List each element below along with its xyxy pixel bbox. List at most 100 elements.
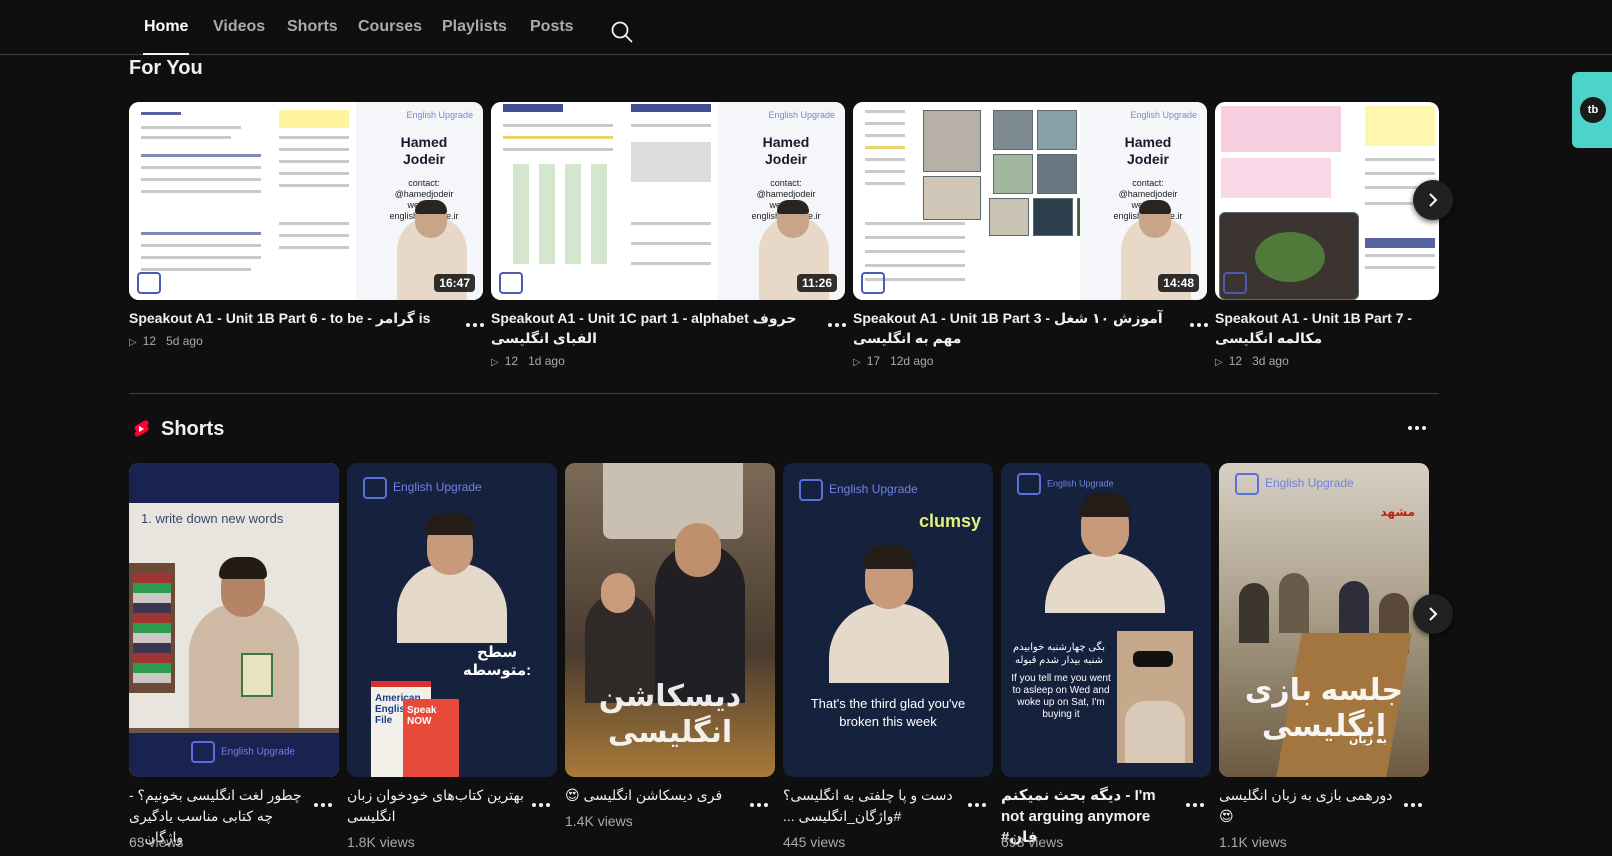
fa-caption: بگی چهارشنبه خوابیدم شنبه بیدار شدم قبول…: [1012, 642, 1105, 666]
more-actions-icon[interactable]: [747, 793, 771, 817]
tab-shorts[interactable]: Shorts: [287, 18, 338, 55]
video-thumbnail[interactable]: [1215, 102, 1439, 300]
thumb-channel-name: Hamed Jodeir: [1124, 134, 1172, 167]
more-actions-icon[interactable]: [529, 793, 553, 817]
short-thumbnail[interactable]: 1. write down new words English Upgrade: [129, 463, 339, 777]
more-actions-icon[interactable]: [965, 793, 989, 817]
more-actions-icon[interactable]: [463, 313, 487, 337]
upload-date: 12d ago: [890, 354, 934, 368]
brand-label: English Upgrade: [191, 741, 295, 763]
video-meta: ▷ 12 1d ago: [491, 354, 565, 368]
short-views: 1.8K views: [347, 834, 415, 850]
worksheet-image: [491, 102, 718, 300]
video-title[interactable]: Speakout A1 - Unit 1C part 1 - alphabet …: [491, 308, 813, 348]
tab-posts[interactable]: Posts: [530, 18, 574, 55]
video-title[interactable]: Speakout A1 - Unit 1B Part 7 - مکالمه ان…: [1215, 308, 1439, 348]
brand-label: English Upgrade: [406, 110, 473, 120]
thumb-handle: @hamedjodeir: [756, 189, 816, 199]
brand-label: English Upgrade: [1235, 473, 1354, 495]
play-count: 17: [866, 354, 881, 368]
channel-tabs: Home Videos Shorts Courses Playlists Pos…: [0, 0, 1612, 55]
video-thumbnail[interactable]: English Upgrade Hamed Jodeir contact: @ha…: [853, 102, 1207, 300]
video-title[interactable]: Speakout A1 - Unit 1B Part 6 - to be - گ…: [129, 308, 451, 328]
play-icon: ▷: [491, 357, 499, 368]
vocab-word: clumsy: [918, 511, 981, 531]
short-views: 445 views: [783, 834, 846, 850]
short-views: 693 views: [1001, 834, 1064, 850]
overlay-caption: سطح متوسطه:: [462, 644, 532, 679]
more-actions-icon[interactable]: [1183, 793, 1207, 817]
thumb-handle: @hamedjodeir: [394, 189, 454, 199]
group-photo: [603, 463, 743, 539]
extension-button[interactable]: tb: [1572, 72, 1612, 148]
short-title[interactable]: فری دیسکاشن انگلیسی 😍: [565, 785, 743, 806]
thumb-channel-name: Hamed Jodeir: [762, 134, 810, 167]
overlay-sub: به زبان: [1349, 734, 1387, 746]
tab-courses[interactable]: Courses: [358, 18, 422, 55]
thumb-contact-label: contact:: [770, 178, 802, 188]
short-views: 63 views: [129, 834, 184, 850]
brand-label: English Upgrade: [768, 110, 835, 120]
chevron-right-icon: [1429, 607, 1438, 621]
video-meta: ▷ 12 3d ago: [1215, 354, 1289, 368]
video-thumbnail[interactable]: English Upgrade Hamed Jodeir contact: @ha…: [129, 102, 483, 300]
logo-icon: [499, 272, 523, 294]
logo-icon: [1223, 272, 1247, 294]
video-meta: ▷ 17 12d ago: [853, 354, 933, 368]
extension-icon: tb: [1580, 97, 1606, 123]
video-card: English Upgrade Hamed Jodeir contact: @ha…: [129, 102, 484, 372]
book-cover-image: Speak NOW: [403, 699, 459, 777]
short-thumbnail[interactable]: English Upgrade clumsy That's the third …: [783, 463, 993, 777]
duration-badge: 16:47: [434, 274, 475, 292]
worksheet-image: [853, 102, 1117, 300]
shorts-more-icon[interactable]: [1405, 416, 1429, 440]
overlay-caption: دیسکاشن انگلیسی: [598, 680, 742, 749]
short-views: 1.1K views: [1219, 834, 1287, 850]
upload-date: 1d ago: [528, 354, 565, 368]
short-thumbnail[interactable]: English Upgrade مشهد جلسه بازی انگلیسی ب…: [1219, 463, 1429, 777]
carousel-next-button[interactable]: [1413, 180, 1453, 220]
video-card: English Upgrade Hamed Jodeir contact: @ha…: [491, 102, 846, 372]
search-icon[interactable]: [610, 20, 636, 46]
video-title[interactable]: Speakout A1 - Unit 1B Part 3 - آموزش ۱۰ …: [853, 308, 1175, 348]
short-title[interactable]: دورهمی بازی به زبان انگلیسی 😍: [1219, 785, 1397, 827]
section-title-for-you: For You: [129, 57, 203, 79]
section-divider: [129, 393, 1439, 394]
worksheet-image: [129, 102, 356, 300]
more-actions-icon[interactable]: [825, 313, 849, 337]
upload-date: 5d ago: [166, 334, 203, 348]
location-label: مشهد: [1380, 505, 1416, 519]
short-title[interactable]: دست و پا چلفتی به انگلیسی؟ #واژگان_انگلی…: [783, 785, 961, 827]
brand-label: English Upgrade: [799, 479, 918, 501]
section-title-shorts: Shorts: [161, 418, 225, 440]
short-thumbnail[interactable]: English Upgrade سطح متوسطه: American Eng…: [347, 463, 557, 777]
tab-videos[interactable]: Videos: [213, 18, 265, 55]
en-caption: If you tell me you went to asleep on Wed…: [1011, 673, 1111, 720]
short-thumbnail[interactable]: دیسکاشن انگلیسی: [565, 463, 775, 777]
duration-badge: 14:48: [1158, 274, 1199, 292]
short-title[interactable]: بهترین کتاب‌های خودخوان زبان انگلیسی: [347, 785, 525, 827]
thumb-channel-name: Hamed Jodeir: [400, 134, 448, 167]
thumb-handle: @hamedjodeir: [1118, 189, 1178, 199]
play-count: 12: [1228, 354, 1243, 368]
video-card: English Upgrade Hamed Jodeir contact: @ha…: [853, 102, 1208, 372]
play-icon: ▷: [129, 337, 137, 348]
short-views: 1.4K views: [565, 813, 633, 829]
video-meta: ▷ 12 5d ago: [129, 334, 203, 348]
tab-home[interactable]: Home: [142, 18, 190, 55]
video-thumbnail[interactable]: English Upgrade Hamed Jodeir contact: @ha…: [491, 102, 845, 300]
duration-badge: 11:26: [796, 274, 837, 292]
play-icon: ▷: [853, 357, 861, 368]
meme-photo: [1117, 631, 1193, 763]
brand-label: English Upgrade: [1017, 473, 1114, 495]
more-actions-icon[interactable]: [1187, 313, 1211, 337]
more-actions-icon[interactable]: [1401, 793, 1425, 817]
upload-date: 3d ago: [1252, 354, 1289, 368]
tab-playlists[interactable]: Playlists: [442, 18, 507, 55]
shorts-next-button[interactable]: [1413, 594, 1453, 634]
short-thumbnail[interactable]: English Upgrade بگی چهارشنبه خوابیدم شنب…: [1001, 463, 1211, 777]
subtitle-caption: That's the third glad you've broken this…: [810, 696, 966, 729]
more-actions-icon[interactable]: [311, 793, 335, 817]
overlay-caption: 1. write down new words: [141, 511, 284, 526]
play-count: 12: [142, 334, 157, 348]
